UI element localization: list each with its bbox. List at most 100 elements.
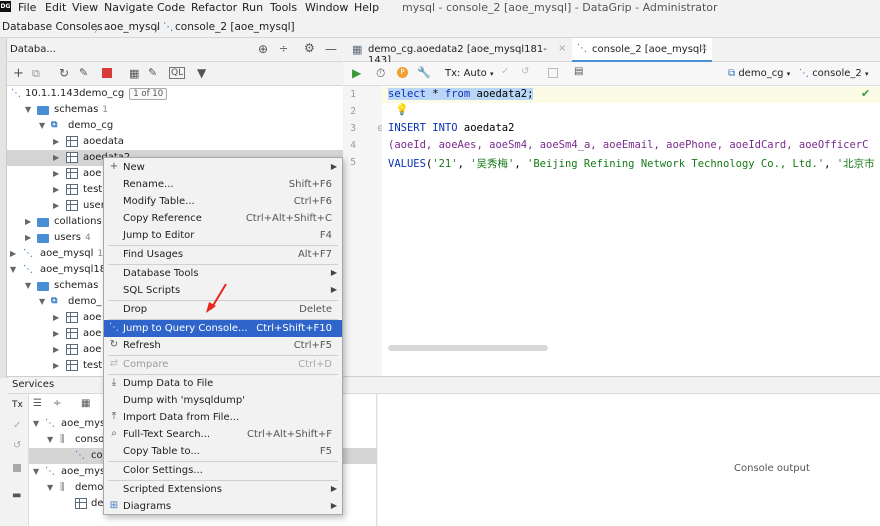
breadcrumb-item[interactable]: console_2 [aoe_mysql] (175, 21, 295, 33)
rollback-icon[interactable]: ↺ (521, 66, 529, 77)
menu-item-import-data[interactable]: ⤒ Import Data from File... (104, 409, 342, 426)
menu-refactor[interactable]: Refactor (191, 1, 237, 14)
tree-row[interactable]: ▼ ⧉ demo_cg (7, 118, 343, 134)
tree-row[interactable]: ▼ schemas 1 (7, 102, 343, 118)
commit-icon[interactable]: ✓ (13, 420, 21, 431)
menu-item-copy-reference[interactable]: Copy Reference Ctrl+Alt+Shift+C (104, 210, 342, 227)
stop-icon[interactable] (548, 68, 558, 78)
expand-all-icon[interactable]: ☰ (33, 398, 42, 409)
menu-tools[interactable]: Tools (270, 1, 297, 14)
collapse-arrow-icon[interactable]: ▶ (53, 329, 59, 338)
menu-file[interactable]: File (18, 1, 36, 14)
horizontal-scrollbar[interactable] (388, 345, 548, 351)
collapse-arrow-icon[interactable]: ▶ (53, 201, 59, 210)
tab-console-2[interactable]: ⋱ console_2 [aoe_mysql] × (572, 38, 712, 62)
rollback-icon[interactable]: ↺ (13, 440, 21, 451)
layout-icon[interactable]: ▬ (12, 490, 21, 501)
wrench-icon[interactable]: 🔧 (417, 66, 431, 79)
breadcrumb-item[interactable]: aoe_mysql (104, 21, 160, 33)
code-editor[interactable]: select * from aoedata2; 💡 INSERT INTO ao… (382, 86, 880, 376)
expand-arrow-icon[interactable]: ▼ (39, 297, 45, 306)
schema-count-badge[interactable]: 1 of 10 (129, 88, 168, 100)
download-icon: ⤓ (111, 377, 117, 388)
menu-item-new[interactable]: + New ▶ (104, 159, 342, 176)
tree-row[interactable]: ▶ aoedata (7, 134, 343, 150)
table-icon[interactable]: ▦ (129, 67, 139, 80)
stop-icon[interactable] (102, 68, 112, 78)
globe-icon[interactable]: ⊕ (258, 42, 268, 56)
tree-label: aoe (83, 168, 102, 179)
refresh-icon[interactable]: ↻ (59, 66, 69, 80)
console-icon: ⋱ (163, 21, 174, 33)
commit-icon[interactable]: ✓ (501, 66, 509, 77)
menu-item-diagrams[interactable]: ⊞ Diagrams ▶ (104, 498, 342, 515)
execute-icon[interactable]: ▶ (352, 66, 361, 80)
menu-item-find-usages[interactable]: Find Usages Alt+F7 (104, 246, 342, 263)
output-settings-icon[interactable]: ▤ (574, 66, 583, 77)
schema-selector[interactable]: ⧉ demo_cg ▾ (728, 68, 790, 79)
tx-label[interactable]: Tx (12, 400, 23, 410)
filter-icon[interactable]: ▼ (197, 66, 206, 80)
menu-item-modify-table[interactable]: Modify Table... Ctrl+F6 (104, 193, 342, 210)
collapse-arrow-icon[interactable]: ▶ (53, 153, 59, 162)
profiler-icon[interactable]: P (397, 67, 408, 78)
collapse-arrow-icon[interactable]: ▶ (25, 217, 31, 226)
table-icon (66, 184, 78, 195)
expand-arrow-icon[interactable]: ▼ (10, 265, 16, 274)
menu-item-color-settings[interactable]: Color Settings... (104, 462, 342, 479)
menu-item-compare[interactable]: ⇄ Compare Ctrl+D (104, 356, 342, 373)
table-icon (66, 344, 78, 355)
collapse-arrow-icon[interactable]: ▶ (25, 233, 31, 242)
collapse-arrow-icon[interactable]: ▶ (53, 313, 59, 322)
history-icon[interactable]: ⏱ (376, 66, 385, 81)
menu-item-jump-to-query-console[interactable]: ⋱ Jump to Query Console... Ctrl+Shift+F10 (104, 320, 342, 337)
collapse-arrow-icon[interactable]: ▶ (10, 249, 16, 258)
collapse-arrow-icon[interactable]: ▶ (53, 169, 59, 178)
tx-mode-dropdown[interactable]: Tx: Auto ▾ (445, 68, 494, 79)
collapse-all-icon[interactable]: ÷ (53, 398, 61, 409)
menu-help[interactable]: Help (354, 1, 379, 14)
tree-row[interactable]: ⋱ 10.1.1.143demo_cg 1 of 10 (7, 86, 343, 102)
expand-arrow-icon[interactable]: ▼ (25, 281, 31, 290)
group-icon[interactable]: ▦ (81, 398, 90, 409)
close-icon[interactable]: × (700, 43, 708, 54)
gear-icon[interactable]: ⚙ (304, 41, 315, 55)
collapse-arrow-icon[interactable]: ▶ (53, 361, 59, 370)
menu-item-scripted-extensions[interactable]: Scripted Extensions ▶ (104, 481, 342, 498)
collapse-arrow-icon[interactable]: ▶ (53, 185, 59, 194)
code-line-3: INSERT INTO aoedata2 (388, 122, 515, 134)
breadcrumb-item[interactable]: Database Consoles (2, 21, 103, 33)
tab-aoedata2[interactable]: ▦ demo_cg.aoedata2 [aoe_mysql181-143] × (348, 38, 568, 66)
menu-item-dump-data[interactable]: ⤓ Dump Data to File (104, 375, 342, 392)
menu-view[interactable]: View (72, 1, 98, 14)
expand-arrow-icon[interactable]: ▼ (25, 105, 31, 114)
console-selector[interactable]: ⋱ console_2 ▾ (799, 68, 868, 79)
side-tool-strip[interactable] (0, 38, 7, 378)
settings-icon[interactable]: ✎ (79, 66, 88, 79)
menu-navigate[interactable]: Navigate (104, 1, 153, 14)
menu-item-dump-mysqldump[interactable]: Dump with 'mysqldump' (104, 392, 342, 409)
menu-window[interactable]: Window (305, 1, 348, 14)
console-open-icon[interactable]: QL (169, 67, 186, 79)
minimize-icon[interactable]: — (325, 42, 337, 56)
stop-icon[interactable] (13, 464, 21, 472)
menu-item-full-text-search[interactable]: ⌕ Full-Text Search... Ctrl+Alt+Shift+F (104, 426, 342, 443)
add-icon[interactable]: + (13, 66, 24, 81)
menu-run[interactable]: Run (242, 1, 263, 14)
menu-item-jump-to-editor[interactable]: Jump to Editor F4 (104, 227, 342, 244)
menu-item-rename[interactable]: Rename... Shift+F6 (104, 176, 342, 193)
collapse-arrow-icon[interactable]: ▶ (53, 345, 59, 354)
copy-icon[interactable]: ⧉ (32, 67, 40, 81)
menu-code[interactable]: Code (157, 1, 185, 14)
edit-icon[interactable]: ✎ (148, 66, 157, 79)
menu-edit[interactable]: Edit (45, 1, 66, 14)
expand-arrow-icon[interactable]: ▼ (39, 121, 45, 130)
table-icon: ▦ (352, 43, 363, 56)
collapse-arrow-icon[interactable]: ▶ (53, 137, 59, 146)
intention-bulb-icon[interactable]: 💡 (395, 103, 409, 116)
menu-item-refresh[interactable]: ↻ Refresh Ctrl+F5 (104, 337, 342, 354)
tree-label: users 4 (54, 232, 91, 243)
close-icon[interactable]: × (558, 43, 566, 54)
collapse-icon[interactable]: ÷ (279, 42, 288, 55)
menu-item-copy-table-to[interactable]: Copy Table to... F5 (104, 443, 342, 460)
